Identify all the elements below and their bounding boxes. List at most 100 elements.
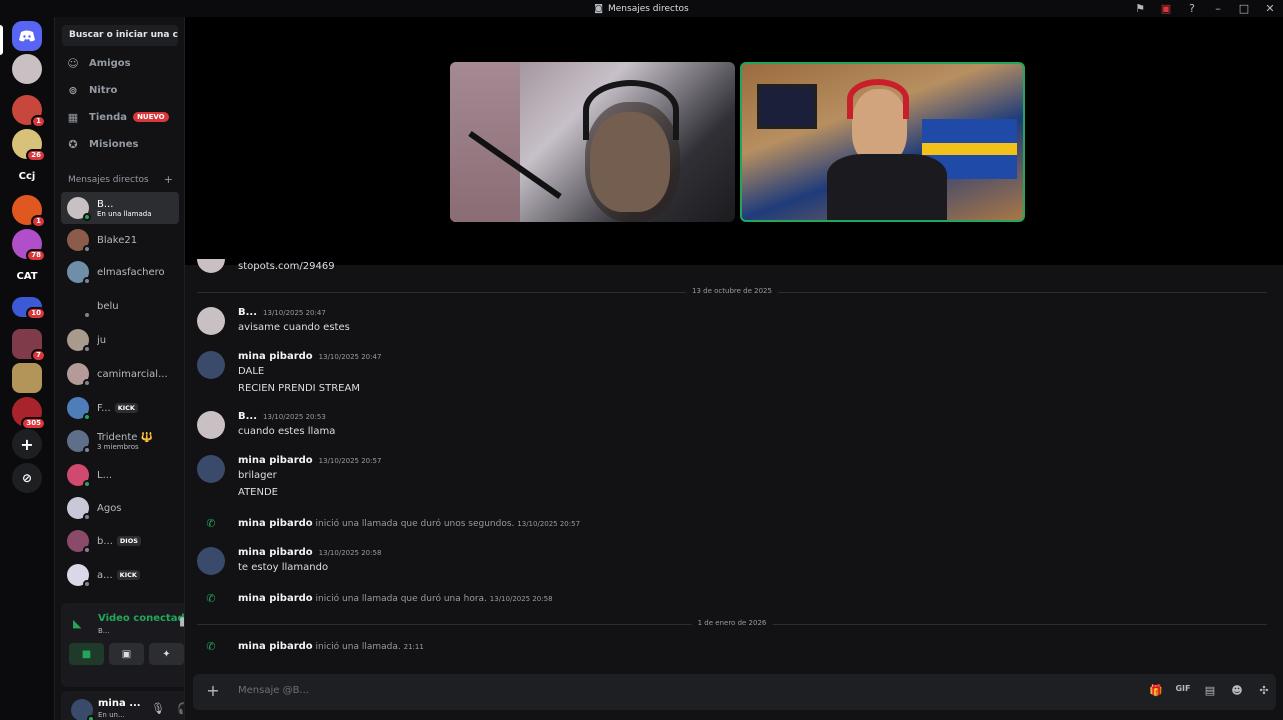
guild-tag: KICK bbox=[116, 570, 140, 580]
dm-name-text: elmasfachero bbox=[97, 266, 165, 278]
server-11[interactable] bbox=[12, 363, 42, 393]
voice-status: Video conectad bbox=[98, 613, 185, 624]
close-button[interactable]: ✕ bbox=[1257, 0, 1283, 17]
dm-item[interactable]: Agos bbox=[61, 492, 179, 524]
video-tile-2[interactable] bbox=[740, 62, 1025, 222]
message-avatar[interactable] bbox=[197, 351, 225, 379]
server-cat[interactable]: CAT bbox=[12, 261, 42, 291]
dm-name-text: belu bbox=[97, 300, 119, 312]
dm-item[interactable]: b... DIOS bbox=[61, 525, 179, 557]
headphones-icon bbox=[847, 79, 909, 119]
server-9[interactable]: 10 bbox=[12, 297, 46, 320]
nav-nitro[interactable]: ⊚ Nitro bbox=[63, 79, 179, 101]
gift-icon[interactable]: 🎁 bbox=[1148, 684, 1164, 700]
message-avatar[interactable] bbox=[197, 455, 225, 483]
dm-name: Tridente 🔱 bbox=[97, 432, 153, 443]
sticker-icon[interactable]: ▤ bbox=[1202, 684, 1218, 700]
dm-text: ju bbox=[97, 335, 106, 346]
dm-name: B... bbox=[97, 199, 152, 210]
dm-item[interactable]: elmasfachero bbox=[61, 256, 179, 288]
camera-button[interactable]: ■ bbox=[69, 643, 104, 665]
dm-item[interactable]: Tridente 🔱 3 miembros bbox=[61, 425, 179, 457]
dm-item[interactable]: a... KICK bbox=[61, 559, 179, 591]
server-4[interactable]: 26 bbox=[12, 129, 46, 162]
dm-item[interactable]: camimarcial... bbox=[61, 358, 179, 390]
selected-indicator bbox=[0, 25, 3, 55]
status-indicator bbox=[83, 277, 91, 285]
dm-item[interactable]: Blake21 bbox=[61, 224, 179, 256]
phone-icon: ✆ bbox=[206, 517, 216, 530]
dm-subtext: En una llamada bbox=[97, 209, 152, 218]
dm-name-text: a... bbox=[97, 569, 113, 581]
avatar bbox=[67, 430, 91, 454]
dm-name: camimarcial... bbox=[97, 369, 168, 380]
search-input[interactable]: Buscar o iniciar una co... bbox=[62, 25, 178, 46]
add-server-button[interactable]: + bbox=[12, 429, 42, 459]
video-tile-1[interactable] bbox=[450, 62, 735, 222]
message-composer[interactable]: + Mensaje @B... 🎁 GIF ▤ ☻ ✣ bbox=[193, 674, 1276, 710]
nav-friends[interactable]: ☺ Amigos bbox=[63, 52, 179, 74]
dm-item[interactable]: L... bbox=[61, 459, 179, 491]
dm-name-text: Agos bbox=[97, 502, 122, 514]
avatar bbox=[67, 229, 91, 253]
message-list: stopots.com/29469 13 de octubre de 2025 … bbox=[185, 259, 1283, 675]
apps-icon[interactable]: ✣ bbox=[1256, 684, 1272, 700]
home-button[interactable] bbox=[12, 21, 42, 51]
emoji-icon[interactable]: ☻ bbox=[1229, 684, 1245, 700]
window-controls: ⚑ ▣ ? – □ ✕ bbox=[1127, 0, 1283, 17]
message-avatar[interactable] bbox=[197, 307, 225, 335]
screen-icon[interactable]: ▣ bbox=[1153, 0, 1179, 17]
server-3[interactable]: 1 bbox=[12, 95, 46, 128]
dm-text: F... KICK bbox=[97, 403, 138, 414]
message-text: cuando estes llama bbox=[238, 426, 336, 437]
screenshare-button[interactable]: ▣ bbox=[109, 643, 144, 665]
message-text: RECIEN PRENDI STREAM bbox=[238, 383, 360, 394]
inbox-flag-icon[interactable]: ⚑ bbox=[1127, 0, 1153, 17]
discover-button[interactable]: ⊘ bbox=[12, 463, 42, 493]
dm-item[interactable]: B... En una llamada bbox=[61, 192, 179, 224]
help-icon[interactable]: ? bbox=[1179, 0, 1205, 17]
activities-button[interactable]: ✦ bbox=[149, 643, 184, 665]
server-12[interactable]: 305 bbox=[12, 397, 46, 430]
message-avatar[interactable] bbox=[197, 547, 225, 575]
server-6[interactable]: 1 bbox=[12, 195, 46, 228]
add-attachment-button[interactable]: + bbox=[205, 682, 221, 700]
dm-item[interactable]: F... KICK bbox=[61, 392, 179, 424]
status-indicator bbox=[83, 213, 91, 221]
user-avatar[interactable] bbox=[71, 699, 95, 720]
create-dm-button[interactable]: + bbox=[164, 173, 173, 186]
microphone-icon[interactable]: 🎙 bbox=[151, 702, 165, 715]
dm-text: B... En una llamada bbox=[97, 199, 152, 218]
nitro-icon: ⊚ bbox=[68, 83, 78, 97]
minimize-button[interactable]: – bbox=[1205, 0, 1231, 17]
message-text: avisame cuando estes bbox=[238, 322, 350, 333]
date-divider: 13 de octubre de 2025 bbox=[197, 287, 1267, 295]
dm-text: Agos bbox=[97, 503, 122, 514]
user-status: En un... bbox=[98, 711, 125, 719]
maximize-button[interactable]: □ bbox=[1231, 0, 1257, 17]
status-indicator bbox=[83, 480, 91, 488]
status-indicator bbox=[83, 311, 91, 319]
dm-name-text: F... bbox=[97, 402, 111, 414]
connection-icon: ◣ bbox=[73, 617, 82, 630]
dm-item[interactable]: ju bbox=[61, 324, 179, 356]
server-2[interactable] bbox=[12, 54, 42, 84]
server-ccj[interactable]: Ccj bbox=[12, 161, 42, 191]
dm-name: Blake21 bbox=[97, 235, 137, 246]
message-avatar[interactable] bbox=[197, 411, 225, 439]
server-10[interactable]: 7 bbox=[12, 329, 46, 362]
dm-text: belu bbox=[97, 301, 119, 312]
dm-item[interactable]: belu bbox=[61, 290, 179, 322]
nav-quests[interactable]: ✪ Misiones bbox=[63, 133, 179, 155]
dm-name: belu bbox=[97, 301, 119, 312]
dm-text: L... bbox=[97, 470, 112, 481]
dm-text: Blake21 bbox=[97, 235, 137, 246]
dm-text: camimarcial... bbox=[97, 369, 168, 380]
message-input[interactable]: Mensaje @B... bbox=[238, 685, 309, 696]
nav-shop[interactable]: ▦ Tienda NUEVO bbox=[63, 106, 179, 128]
server-7[interactable]: 78 bbox=[12, 229, 46, 262]
gif-icon[interactable]: GIF bbox=[1175, 684, 1191, 700]
headphones-icon bbox=[583, 80, 679, 140]
message-text: stopots.com/29469 bbox=[238, 261, 335, 272]
status-indicator bbox=[83, 345, 91, 353]
